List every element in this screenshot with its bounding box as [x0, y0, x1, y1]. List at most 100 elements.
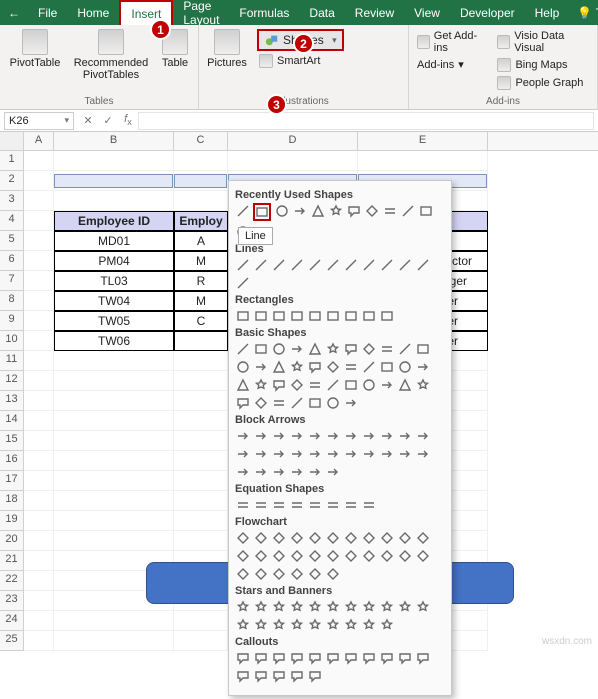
shape-gallery-item[interactable]	[289, 668, 304, 683]
shape-gallery-item[interactable]	[289, 308, 304, 323]
shape-gallery-item[interactable]	[415, 446, 430, 461]
row-header[interactable]: 9	[0, 311, 24, 331]
cell[interactable]	[54, 191, 174, 211]
cell[interactable]	[174, 451, 228, 471]
shape-gallery-item[interactable]	[235, 650, 250, 665]
shape-gallery-item[interactable]	[415, 530, 430, 545]
shape-gallery-item[interactable]	[361, 257, 376, 272]
row-header[interactable]: 13	[0, 391, 24, 411]
cell[interactable]	[24, 511, 54, 531]
shape-gallery-item[interactable]	[307, 446, 322, 461]
cell[interactable]	[228, 151, 358, 171]
shape-gallery-item[interactable]	[235, 668, 250, 683]
shape-gallery-item[interactable]	[343, 446, 358, 461]
shape-gallery-item[interactable]	[271, 377, 286, 392]
shape-gallery-item[interactable]	[253, 617, 268, 632]
cell[interactable]	[174, 371, 228, 391]
cell[interactable]: TW05	[54, 311, 174, 331]
shape-gallery-item[interactable]	[343, 428, 358, 443]
shape-gallery-item[interactable]	[271, 548, 286, 563]
shape-gallery-item[interactable]	[271, 566, 286, 581]
shape-gallery-item[interactable]	[325, 428, 340, 443]
shape-gallery-item[interactable]	[289, 341, 304, 356]
row-header[interactable]: 20	[0, 531, 24, 551]
row-header[interactable]: 10	[0, 331, 24, 351]
shape-gallery-item[interactable]	[271, 341, 286, 356]
shape-gallery-item[interactable]	[361, 650, 376, 665]
cell[interactable]	[54, 431, 174, 451]
row-header[interactable]: 3	[0, 191, 24, 211]
shape-gallery-item[interactable]	[397, 599, 412, 614]
shape-gallery-item[interactable]	[343, 530, 358, 545]
shape-gallery-item[interactable]	[235, 548, 250, 563]
shape-gallery-item[interactable]	[361, 308, 376, 323]
shape-gallery-item[interactable]	[379, 617, 394, 632]
get-addins-button[interactable]: Get Add-ins	[415, 29, 487, 55]
shape-gallery-item[interactable]	[325, 548, 340, 563]
shape-gallery-item[interactable]	[253, 650, 268, 665]
shape-gallery-item[interactable]	[235, 341, 250, 356]
cell[interactable]	[24, 631, 54, 651]
shape-gallery-item[interactable]	[325, 446, 340, 461]
shape-gallery-item[interactable]	[415, 341, 430, 356]
shape-gallery-item[interactable]	[235, 617, 250, 632]
cell[interactable]: M	[174, 291, 228, 311]
cell[interactable]	[54, 631, 174, 651]
shape-gallery-item[interactable]	[307, 599, 322, 614]
shape-gallery-item[interactable]	[307, 548, 322, 563]
shape-gallery-item[interactable]	[253, 446, 268, 461]
cell[interactable]	[24, 251, 54, 271]
cell[interactable]	[174, 151, 228, 171]
row-header[interactable]: 21	[0, 551, 24, 571]
cell[interactable]	[174, 411, 228, 431]
cell[interactable]: TW06	[54, 331, 174, 351]
tab-help[interactable]: Help	[525, 0, 570, 25]
shape-gallery-item[interactable]	[307, 617, 322, 632]
shape-gallery-item[interactable]	[379, 341, 394, 356]
shape-gallery-item[interactable]	[307, 464, 322, 479]
cell[interactable]	[174, 431, 228, 451]
shape-gallery-item[interactable]	[361, 359, 376, 374]
shape-gallery-item[interactable]	[253, 395, 268, 410]
shape-gallery-item[interactable]	[397, 377, 412, 392]
shape-gallery-item[interactable]	[271, 395, 286, 410]
cell[interactable]	[54, 511, 174, 531]
row-header[interactable]: 25	[0, 631, 24, 651]
shape-gallery-item[interactable]	[271, 530, 286, 545]
visio-addin-button[interactable]: Visio Data Visual	[495, 29, 591, 55]
shape-gallery-item[interactable]	[235, 566, 250, 581]
shape-gallery-item[interactable]	[325, 395, 340, 410]
cell[interactable]	[24, 571, 54, 591]
cell[interactable]	[54, 351, 174, 371]
shape-gallery-item[interactable]	[307, 308, 322, 323]
cell[interactable]	[24, 351, 54, 371]
shape-gallery-item[interactable]	[271, 428, 286, 443]
shape-gallery-item[interactable]	[361, 446, 376, 461]
cell[interactable]	[174, 611, 228, 631]
row-header[interactable]: 1	[0, 151, 24, 171]
row-header[interactable]: 12	[0, 371, 24, 391]
shape-gallery-item[interactable]	[253, 599, 268, 614]
column-header[interactable]: B	[54, 132, 174, 150]
shape-gallery-item[interactable]	[235, 530, 250, 545]
shape-gallery-item[interactable]	[271, 359, 286, 374]
shape-gallery-item[interactable]	[271, 650, 286, 665]
cell[interactable]	[24, 271, 54, 291]
shape-gallery-item[interactable]	[379, 308, 394, 323]
column-header[interactable]: E	[358, 132, 488, 150]
shape-gallery-item[interactable]	[415, 377, 430, 392]
shape-gallery-item[interactable]	[289, 650, 304, 665]
cell[interactable]	[24, 171, 54, 191]
shape-gallery-item[interactable]	[325, 359, 340, 374]
shape-gallery-item[interactable]	[307, 359, 322, 374]
shape-gallery-item[interactable]	[343, 599, 358, 614]
cell[interactable]: Employ	[174, 211, 228, 231]
row-header[interactable]: 8	[0, 291, 24, 311]
shape-gallery-item[interactable]	[361, 617, 376, 632]
tab-developer[interactable]: Developer	[450, 0, 525, 25]
shape-gallery-item[interactable]	[307, 341, 322, 356]
shape-gallery-item[interactable]	[325, 617, 340, 632]
select-all-corner[interactable]	[0, 132, 24, 150]
shape-gallery-item[interactable]	[361, 497, 376, 512]
cell[interactable]	[174, 331, 228, 351]
